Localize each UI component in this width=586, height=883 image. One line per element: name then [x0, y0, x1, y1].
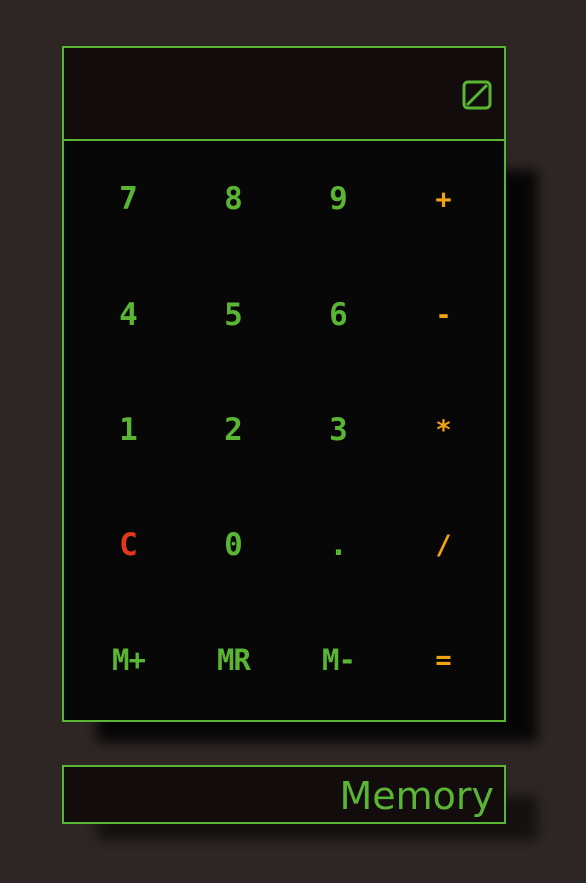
key-memory-subtract[interactable]: M- — [286, 610, 391, 710]
key-5[interactable]: 5 — [181, 265, 286, 365]
key-memory-add[interactable]: M+ — [76, 610, 181, 710]
key-6[interactable]: 6 — [286, 265, 391, 365]
key-1[interactable]: 1 — [76, 380, 181, 480]
key-3[interactable]: 3 — [286, 380, 391, 480]
key-2[interactable]: 2 — [181, 380, 286, 480]
key-add[interactable]: + — [391, 149, 496, 249]
key-clear[interactable]: C — [76, 495, 181, 595]
calculator: 7 8 9 +4 5 6- 1 2 3 * C 0. / M+ MR M- = — [62, 46, 506, 722]
keypad: 7 8 9 +4 5 6- 1 2 3 * C 0. / M+ MR M- = — [64, 141, 504, 720]
key-memory-recall[interactable]: MR — [181, 610, 286, 710]
key-8[interactable]: 8 — [181, 149, 286, 249]
key-divide[interactable]: / — [391, 495, 496, 595]
key-subtract[interactable]: - — [391, 265, 496, 365]
key-0[interactable]: 0 — [181, 495, 286, 595]
memory-panel: Memory — [62, 765, 506, 824]
display — [64, 48, 504, 141]
key-decimal[interactable]: . — [286, 495, 391, 595]
key-9[interactable]: 9 — [286, 149, 391, 249]
key-equals[interactable]: = — [391, 610, 496, 710]
key-7[interactable]: 7 — [76, 149, 181, 249]
key-multiply[interactable]: * — [391, 380, 496, 480]
key-4[interactable]: 4 — [76, 265, 181, 365]
memory-label: Memory — [339, 774, 494, 818]
empty-set-icon — [462, 80, 492, 110]
